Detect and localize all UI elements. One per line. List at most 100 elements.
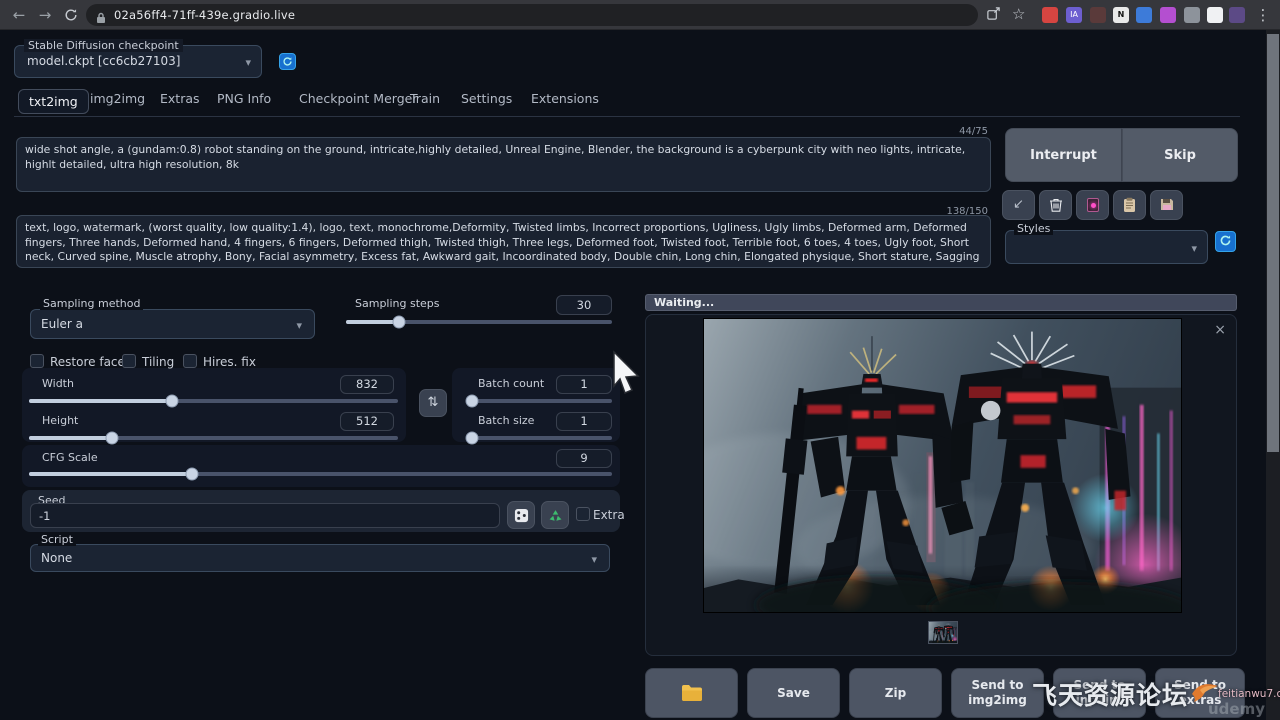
generated-image[interactable] — [704, 319, 1181, 612]
ext-icon-5[interactable] — [1136, 7, 1152, 23]
skip-button[interactable]: Skip — [1122, 128, 1238, 182]
browser-toolbar: ← → 02a56ff4-71ff-439e.gradio.live ☆ IA … — [0, 0, 1280, 30]
seed-input[interactable]: -1 — [30, 503, 500, 528]
floppy-disk-icon — [1160, 197, 1174, 212]
script-dropdown[interactable]: None ▾ — [30, 544, 610, 572]
ext-icon-3[interactable] — [1090, 7, 1106, 23]
random-seed-button[interactable] — [507, 501, 535, 529]
tab-checkpoint-merger[interactable]: Checkpoint Merger — [299, 91, 417, 106]
height-input[interactable]: 512 — [340, 412, 394, 431]
hires-fix-label: Hires. fix — [203, 355, 256, 369]
prompt-input[interactable]: wide shot angle, a (gundam:0.8) robot st… — [16, 137, 991, 192]
back-icon[interactable]: ← — [8, 4, 30, 26]
dice-icon — [514, 508, 529, 523]
mouse-cursor — [610, 350, 644, 398]
batch-size-slider[interactable] — [466, 430, 612, 444]
tiling-checkbox[interactable] — [122, 354, 136, 368]
open-folder-button[interactable] — [645, 668, 738, 718]
zip-button[interactable]: Zip — [849, 668, 942, 718]
hires-fix-checkbox[interactable] — [183, 354, 197, 368]
negative-prompt-input[interactable]: text, logo, watermark, (worst quality, l… — [16, 215, 991, 268]
tiling-label: Tiling — [142, 355, 174, 369]
progress-bar: Waiting... — [645, 294, 1237, 311]
extra-seed-checkbox[interactable] — [576, 507, 590, 521]
batch-count-slider[interactable] — [466, 393, 612, 407]
seed-value: -1 — [39, 509, 50, 523]
sampling-method-value: Euler a — [41, 317, 83, 331]
watermark-text: 飞天资源论坛 — [1032, 676, 1188, 712]
output-gallery: × — [645, 314, 1237, 656]
ext-icon-6[interactable] — [1160, 7, 1176, 23]
interrupt-button[interactable]: Interrupt — [1005, 128, 1122, 182]
tab-png-info[interactable]: PNG Info — [217, 91, 271, 106]
paste-params-button[interactable]: ↙ — [1002, 190, 1035, 220]
batch-count-label: Batch count — [478, 377, 544, 390]
width-slider[interactable] — [29, 393, 398, 407]
width-input[interactable]: 832 — [340, 375, 394, 394]
batch-size-label: Batch size — [478, 414, 534, 427]
save-style-button[interactable] — [1150, 190, 1183, 220]
swap-dimensions-button[interactable]: ⇅ — [419, 389, 447, 417]
reload-icon[interactable] — [60, 4, 82, 26]
ext-icon-7[interactable] — [1184, 7, 1200, 23]
address-bar[interactable]: 02a56ff4-71ff-439e.gradio.live — [86, 4, 978, 26]
cfg-scale-slider[interactable] — [29, 466, 612, 480]
save-button[interactable]: Save — [747, 668, 840, 718]
cfg-scale-label: CFG Scale — [42, 451, 98, 464]
tab-txt2img[interactable]: txt2img — [18, 89, 89, 114]
ext-icon-1[interactable] — [1042, 7, 1058, 23]
chevron-down-icon: ▾ — [245, 56, 251, 69]
chevron-down-icon: ▾ — [296, 319, 302, 332]
close-icon[interactable]: × — [1214, 323, 1226, 337]
trash-icon — [1049, 197, 1063, 213]
send-to-img2img-button[interactable]: Send to img2img — [951, 668, 1044, 718]
styles-label: Styles — [1014, 222, 1053, 235]
batch-size-input[interactable]: 1 — [556, 412, 612, 431]
checkpoint-value: model.ckpt [cc6cb27103] — [27, 54, 180, 68]
recycle-icon — [548, 508, 563, 523]
batch-count-input[interactable]: 1 — [556, 375, 612, 394]
watermark-site: feitianwu7.com — [1218, 688, 1280, 700]
apply-style-button[interactable] — [1113, 190, 1146, 220]
swap-icon: ⇅ — [428, 395, 439, 410]
scrollbar-thumb[interactable] — [1267, 34, 1279, 452]
styles-refresh-button[interactable] — [1215, 231, 1236, 252]
gallery-thumbnail[interactable] — [928, 621, 958, 644]
ext-icon-2[interactable]: IA — [1066, 7, 1082, 23]
tab-extras[interactable]: Extras — [160, 91, 200, 106]
sampling-steps-input[interactable]: 30 — [556, 295, 612, 315]
clipboard-icon — [1123, 197, 1136, 213]
share-icon[interactable] — [986, 6, 1001, 25]
ext-icon-4[interactable]: N — [1113, 7, 1129, 23]
checkpoint-refresh-button[interactable] — [279, 53, 296, 70]
watermark-corner: udemy — [1208, 700, 1265, 718]
extra-networks-button[interactable] — [1076, 190, 1109, 220]
clear-prompt-button[interactable] — [1039, 190, 1072, 220]
extra-networks-icon — [1087, 198, 1099, 212]
progress-text: Waiting... — [654, 296, 714, 309]
screen: ← → 02a56ff4-71ff-439e.gradio.live ☆ IA … — [0, 0, 1280, 720]
sampling-steps-label: Sampling steps — [355, 297, 440, 310]
extra-seed-label: Extra — [593, 508, 625, 522]
sampling-steps-slider[interactable] — [346, 314, 612, 328]
browser-menu-icon[interactable]: ⋮ — [1252, 4, 1274, 26]
tab-settings[interactable]: Settings — [461, 91, 512, 106]
sampling-method-dropdown[interactable]: Euler a ▾ — [30, 309, 315, 339]
styles-dropdown[interactable]: ▾ — [1005, 230, 1208, 264]
profile-avatar[interactable] — [1229, 7, 1245, 23]
url-text: 02a56ff4-71ff-439e.gradio.live — [114, 8, 295, 22]
watermark: 飞天资源论坛 feitianwu7.com udemy — [1032, 672, 1276, 716]
reuse-seed-button[interactable] — [541, 501, 569, 529]
chevron-down-icon: ▾ — [591, 553, 597, 566]
prompt-counter: 44/75 — [900, 126, 988, 137]
restore-faces-checkbox[interactable] — [30, 354, 44, 368]
height-slider[interactable] — [29, 430, 398, 444]
ext-icon-8[interactable] — [1207, 7, 1223, 23]
tab-img2img[interactable]: img2img — [90, 91, 145, 106]
chevron-down-icon: ▾ — [1191, 242, 1197, 255]
tab-train[interactable]: Train — [410, 91, 440, 106]
forward-icon[interactable]: → — [34, 4, 56, 26]
sampling-method-label: Sampling method — [40, 297, 143, 310]
bookmark-star-icon[interactable]: ☆ — [1012, 5, 1025, 23]
tab-extensions[interactable]: Extensions — [531, 91, 599, 106]
